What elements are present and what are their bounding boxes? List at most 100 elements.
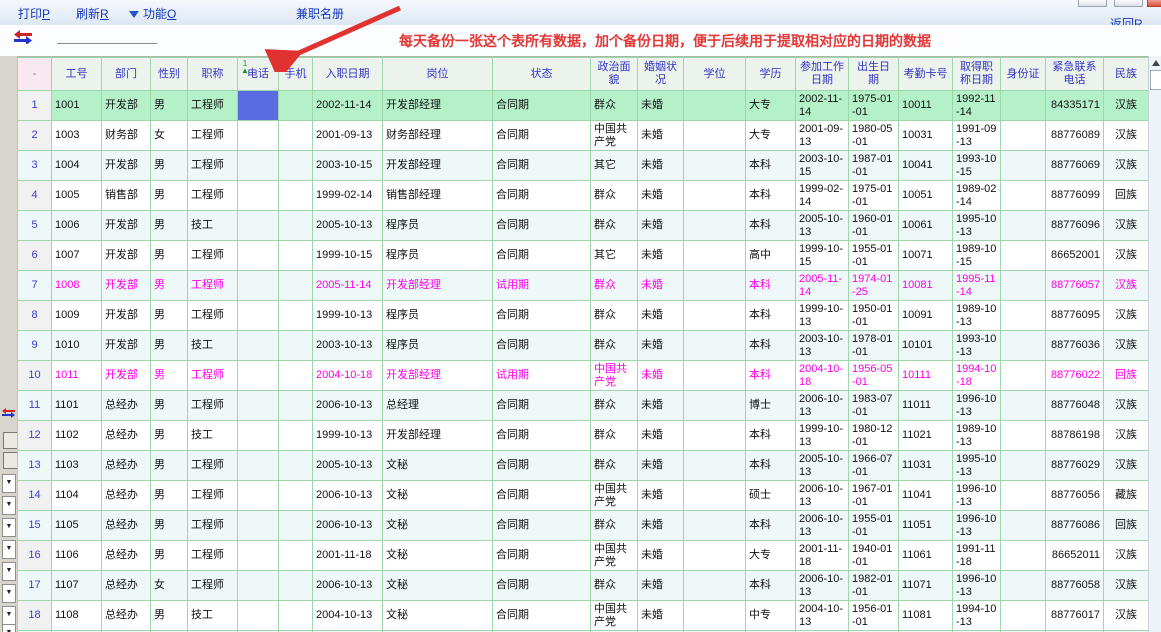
menu-print[interactable]: 打印P <box>18 5 50 22</box>
table-cell[interactable]: 男 <box>151 271 188 301</box>
table-cell[interactable] <box>1001 511 1046 541</box>
table-cell[interactable] <box>1001 361 1046 391</box>
table-cell[interactable]: 程序员 <box>383 301 493 331</box>
table-cell[interactable] <box>1001 271 1046 301</box>
table-cell[interactable]: 未婚 <box>638 571 684 601</box>
table-cell[interactable]: 大专 <box>746 91 796 121</box>
table-cell[interactable]: 合同期 <box>493 571 591 601</box>
table-cell[interactable] <box>1001 541 1046 571</box>
table-cell[interactable]: 技工 <box>188 211 238 241</box>
table-cell[interactable]: 中专 <box>746 601 796 631</box>
table-cell[interactable]: 工程师 <box>188 301 238 331</box>
table-cell[interactable]: 本科 <box>746 571 796 601</box>
table-cell[interactable]: 1989-10-15 <box>953 241 1001 271</box>
table-cell[interactable]: 本科 <box>746 211 796 241</box>
table-cell[interactable]: 1967-01-01 <box>849 481 899 511</box>
table-cell[interactable]: 合同期 <box>493 121 591 151</box>
table-cell[interactable]: 试用期 <box>493 361 591 391</box>
table-cell[interactable]: 11031 <box>899 451 953 481</box>
table-cell[interactable]: 1106 <box>52 541 102 571</box>
table-cell[interactable]: 合同期 <box>493 331 591 361</box>
table-cell[interactable]: 汉族 <box>1104 451 1149 481</box>
table-cell[interactable]: 1991-11-18 <box>953 541 1001 571</box>
table-cell[interactable]: 1983-07-01 <box>849 391 899 421</box>
minimize-button[interactable] <box>1078 0 1107 7</box>
table-cell[interactable] <box>684 331 746 361</box>
table-cell[interactable]: 10091 <box>899 301 953 331</box>
table-cell[interactable]: 1999-10-13 <box>796 421 849 451</box>
table-cell[interactable]: 1996-10-13 <box>953 571 1001 601</box>
table-cell[interactable]: 2001-09-13 <box>796 121 849 151</box>
table-cell[interactable]: 2004-10-18 <box>313 361 383 391</box>
table-cell[interactable] <box>1001 601 1046 631</box>
column-header-corner[interactable]: - <box>18 58 52 91</box>
table-cell[interactable]: 未婚 <box>638 271 684 301</box>
table-cell[interactable]: 男 <box>151 151 188 181</box>
table-cell[interactable] <box>238 481 279 511</box>
table-cell[interactable]: 1999-10-13 <box>313 421 383 451</box>
table-cell[interactable]: 1995-10-13 <box>953 211 1001 241</box>
combo-dropdown-icon[interactable]: ▼ <box>2 624 16 632</box>
table-cell[interactable]: 1950-01-01 <box>849 301 899 331</box>
table-cell[interactable]: 1995-11-14 <box>953 271 1001 301</box>
column-header[interactable]: 考勤卡号 <box>899 58 953 91</box>
table-cell[interactable]: 1107 <box>52 571 102 601</box>
table-cell[interactable]: 未婚 <box>638 361 684 391</box>
column-header[interactable]: 岗位 <box>383 58 493 91</box>
column-header[interactable]: 部门 <box>102 58 151 91</box>
table-cell[interactable] <box>1001 481 1046 511</box>
table-cell[interactable]: 2005-10-13 <box>313 211 383 241</box>
table-cell[interactable]: 1991-09-13 <box>953 121 1001 151</box>
table-cell[interactable]: 1103 <box>52 451 102 481</box>
table-cell[interactable]: 总经办 <box>102 571 151 601</box>
table-cell[interactable]: 2005-11-14 <box>313 271 383 301</box>
table-cell[interactable]: 汉族 <box>1104 331 1149 361</box>
table-cell[interactable]: 11061 <box>899 541 953 571</box>
table-cell[interactable]: 工程师 <box>188 121 238 151</box>
row-number-cell[interactable]: 15 <box>18 511 52 541</box>
table-cell[interactable]: 其它 <box>591 241 638 271</box>
row-number-cell[interactable]: 11 <box>18 391 52 421</box>
table-cell[interactable] <box>279 601 313 631</box>
table-cell[interactable]: 男 <box>151 361 188 391</box>
combo-dropdown-icon[interactable]: ▼ <box>2 584 16 603</box>
table-cell[interactable]: 群众 <box>591 511 638 541</box>
table-cell[interactable] <box>1001 451 1046 481</box>
table-cell[interactable]: 2004-10-18 <box>796 361 849 391</box>
close-button[interactable] <box>1147 0 1161 7</box>
table-cell[interactable] <box>1001 331 1046 361</box>
column-header[interactable]: 身份证 <box>1001 58 1046 91</box>
table-cell[interactable]: 开发部 <box>102 211 151 241</box>
table-cell[interactable]: 1989-10-13 <box>953 301 1001 331</box>
table-cell[interactable]: 开发部 <box>102 91 151 121</box>
row-number-cell[interactable]: 8 <box>18 301 52 331</box>
table-cell[interactable] <box>1001 391 1046 421</box>
table-cell[interactable]: 未婚 <box>638 181 684 211</box>
table-cell[interactable]: 男 <box>151 91 188 121</box>
table-cell[interactable] <box>238 571 279 601</box>
table-cell[interactable]: 1995-10-13 <box>953 451 1001 481</box>
table-cell[interactable]: 男 <box>151 541 188 571</box>
table-cell[interactable]: 2006-10-13 <box>796 511 849 541</box>
table-cell[interactable]: 1974-01-25 <box>849 271 899 301</box>
table-cell[interactable]: 合同期 <box>493 151 591 181</box>
row-number-cell[interactable]: 14 <box>18 481 52 511</box>
table-cell[interactable]: 1992-11-14 <box>953 91 1001 121</box>
table-cell[interactable]: 11081 <box>899 601 953 631</box>
table-cell[interactable] <box>279 511 313 541</box>
table-cell[interactable] <box>238 361 279 391</box>
table-cell[interactable]: 群众 <box>591 391 638 421</box>
table-cell[interactable]: 男 <box>151 301 188 331</box>
clipped-button[interactable] <box>3 452 17 469</box>
table-cell[interactable]: 2006-10-13 <box>313 481 383 511</box>
table-cell[interactable]: 88776089 <box>1046 121 1104 151</box>
table-cell[interactable]: 回族 <box>1104 361 1149 391</box>
table-cell[interactable]: 合同期 <box>493 511 591 541</box>
table-cell[interactable] <box>684 361 746 391</box>
table-cell[interactable]: 群众 <box>591 91 638 121</box>
table-cell[interactable]: 总经办 <box>102 481 151 511</box>
table-cell[interactable] <box>238 421 279 451</box>
scroll-up-icon[interactable] <box>1152 60 1160 66</box>
table-cell[interactable]: 86652011 <box>1046 541 1104 571</box>
table-cell[interactable]: 工程师 <box>188 241 238 271</box>
